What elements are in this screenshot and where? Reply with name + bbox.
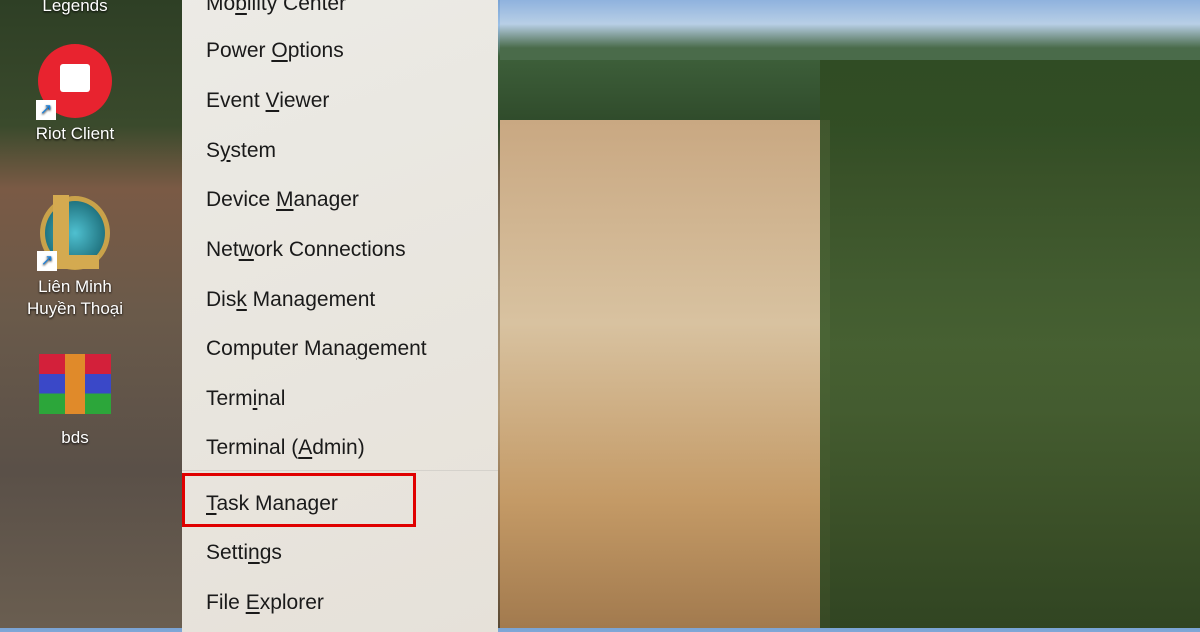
menu-item-label-key: w [238, 238, 254, 261]
menu-item-label-pre: Setti [206, 541, 249, 564]
menu-item-label-pre: Computer Mana [206, 337, 357, 360]
menu-item-computer-management[interactable]: Computer Management [182, 325, 498, 373]
menu-separator [182, 470, 498, 471]
desktop-icon-label: Liên Minh Huyền Thoại [26, 277, 124, 318]
winrar-archive-icon [39, 354, 111, 414]
menu-item-label-pre: Net [206, 238, 239, 261]
desktop-icon-label: bds [61, 428, 89, 447]
menu-item-label-key: g [356, 337, 369, 360]
desktop-icon-bds[interactable]: bds [20, 354, 130, 448]
winx-context-menu: Mobility Center Power Options Event Viewer… [182, 0, 498, 632]
menu-item-label-pre: Device [206, 188, 277, 211]
menu-item-label-key: O [271, 39, 288, 62]
menu-item-label-key: A [298, 436, 313, 459]
shortcut-arrow-icon: ↗ [37, 251, 57, 271]
menu-item-label-pre: Mo [206, 0, 236, 15]
menu-item-terminal-admin[interactable]: Terminal (Admin) [182, 424, 498, 472]
menu-item-label-post: anager [293, 188, 359, 211]
menu-item-event-viewer[interactable]: Event Viewer [182, 77, 498, 125]
menu-item-label-post: Management [246, 288, 376, 311]
menu-item-label-pre: Term [206, 387, 253, 410]
wallpaper-forest [820, 60, 1200, 628]
menu-item-disk-management[interactable]: Disk Management [182, 276, 498, 324]
menu-item-label-key: y [220, 139, 231, 162]
menu-item-label-post: ork Connections [253, 238, 406, 261]
desktop-icon-label: Riot Client [35, 124, 115, 143]
menu-item-label-post: nal [257, 387, 286, 410]
menu-item-mobility-center[interactable]: Mobility Center [182, 0, 498, 28]
task-manager-highlight-box [182, 473, 416, 527]
menu-item-label-pre: File [206, 591, 246, 614]
menu-item-label-pre: Power [206, 39, 272, 62]
desktop-icon-legends[interactable]: Legends [20, 0, 130, 16]
menu-item-label-post: ptions [287, 39, 344, 62]
menu-item-label-key: b [235, 0, 247, 15]
menu-item-label-key: M [276, 188, 294, 211]
menu-item-label-post: stem [230, 139, 277, 162]
menu-item-label-pre: Event [206, 89, 266, 112]
shortcut-arrow-icon: ↗ [36, 100, 56, 120]
wallpaper-sky [500, 0, 1200, 60]
menu-item-label-post: ement [368, 337, 427, 360]
menu-item-system[interactable]: System [182, 127, 498, 175]
menu-item-label-post: dmin) [312, 436, 365, 459]
menu-item-label-post: gs [259, 541, 282, 564]
desktop-icon-label: Legends [42, 0, 108, 15]
desktop-icon-league[interactable]: ↗ Liên Minh Huyền Thoại [20, 195, 130, 320]
menu-item-label-key: E [245, 591, 260, 614]
menu-item-label-key: V [265, 89, 280, 112]
menu-item-device-manager[interactable]: Device Manager [182, 176, 498, 224]
menu-item-terminal[interactable]: Terminal [182, 375, 498, 423]
menu-item-label-post: iewer [279, 89, 330, 112]
menu-item-network-connections[interactable]: Network Connections [182, 226, 498, 274]
desktop-icon-riot-client[interactable]: ↗ Riot Client [20, 44, 130, 144]
menu-item-settings[interactable]: Settings [182, 529, 498, 577]
menu-item-label-key: n [248, 541, 260, 564]
riot-client-icon: ↗ [36, 44, 112, 120]
menu-item-file-explorer[interactable]: File Explorer [182, 579, 498, 627]
menu-item-power-options[interactable]: Power Options [182, 27, 498, 75]
wallpaper-pinnacles [500, 120, 830, 628]
menu-item-label-pre: Dis [206, 288, 237, 311]
menu-item-label-post: ility Center [246, 0, 347, 15]
league-of-legends-icon: ↗ [37, 195, 110, 271]
menu-item-label-post: xplorer [259, 591, 324, 614]
menu-item-label-pre: S [206, 139, 221, 162]
menu-item-label-key: k [236, 288, 247, 311]
menu-item-label-pre: Terminal ( [206, 436, 299, 459]
